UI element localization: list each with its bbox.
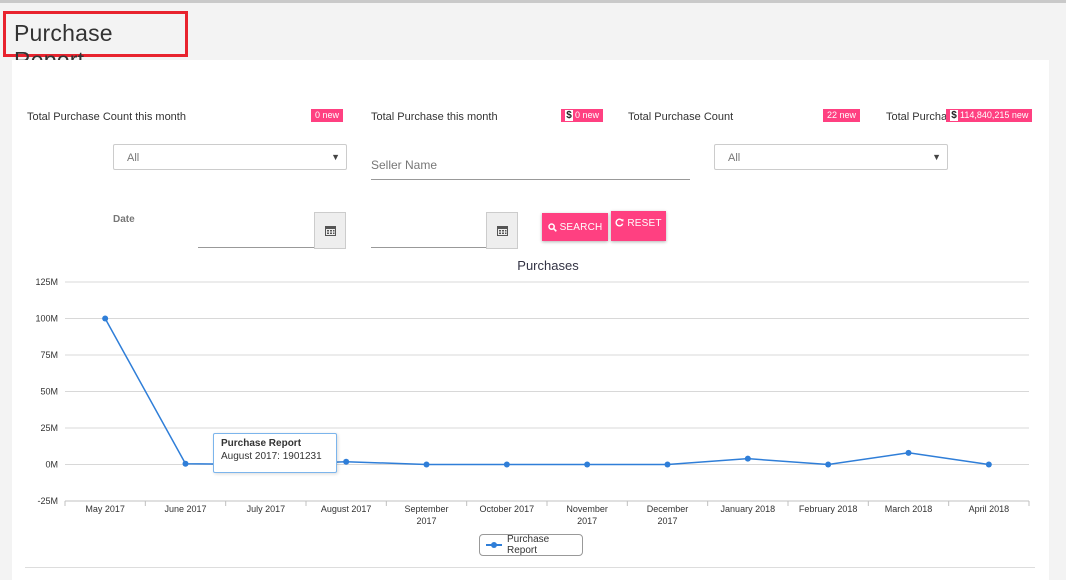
- reset-button-label: RESET: [627, 218, 662, 229]
- filter-select-2-value: All: [728, 152, 741, 164]
- bottom-divider: [25, 567, 1035, 568]
- date-to-calendar-button[interactable]: [486, 212, 518, 249]
- stat-badge-count-total: 22 new: [823, 109, 861, 122]
- dollar-icon: $: [565, 110, 573, 121]
- chart-tooltip-title: Purchase Report: [221, 438, 302, 449]
- stat-badge-purchase-month-text: 0 new: [575, 110, 600, 120]
- chart-legend-item[interactable]: Purchase Report: [479, 534, 583, 556]
- chevron-down-icon: ▼: [932, 152, 941, 162]
- calendar-icon: [324, 226, 336, 236]
- stat-badge-purchase-total: $114,840,215 new: [946, 109, 1033, 122]
- stat-badge-count-month: 0 new: [311, 109, 344, 122]
- chevron-down-icon: ▼: [331, 152, 340, 162]
- dollar-icon: $: [950, 110, 958, 121]
- calendar-icon: [496, 226, 508, 236]
- filter-select-1[interactable]: All ▼: [113, 144, 347, 170]
- reset-button[interactable]: RESET: [611, 211, 666, 241]
- seller-name-input[interactable]: [371, 150, 690, 180]
- refresh-icon: [615, 218, 624, 227]
- search-icon: [547, 222, 557, 232]
- stat-badge-purchase-total-text: 114,840,215 new: [960, 110, 1029, 120]
- filter-select-1-value: All: [127, 152, 140, 164]
- page-title: Purchase Report: [3, 11, 188, 73]
- stat-label-count-total: Total Purchase Count: [628, 111, 734, 123]
- stat-label-purchase-month: Total Purchase this month: [371, 111, 498, 123]
- filter-select-2[interactable]: All ▼: [714, 144, 948, 170]
- chart-tooltip-text: August 2017: 1901231: [221, 451, 322, 462]
- stat-badge-purchase-month: $0 new: [561, 109, 604, 122]
- legend-series-marker: [486, 542, 502, 548]
- stat-label-purchase-total: Total Purcha: [886, 111, 948, 123]
- top-shadow: [0, 0, 1066, 3]
- report-card: [12, 60, 1049, 580]
- date-to-input[interactable]: [371, 247, 487, 248]
- date-from-input[interactable]: [198, 247, 315, 248]
- date-from-calendar-button[interactable]: [314, 212, 346, 249]
- stat-label-count-month: Total Purchase Count this month: [27, 111, 186, 123]
- chart-legend-label: Purchase Report: [506, 534, 550, 556]
- chart-tooltip: Purchase Report August 2017: 1901231: [213, 433, 337, 473]
- search-button-label: SEARCH: [559, 221, 603, 233]
- date-label: Date: [113, 214, 135, 225]
- search-button[interactable]: SEARCH: [542, 213, 608, 241]
